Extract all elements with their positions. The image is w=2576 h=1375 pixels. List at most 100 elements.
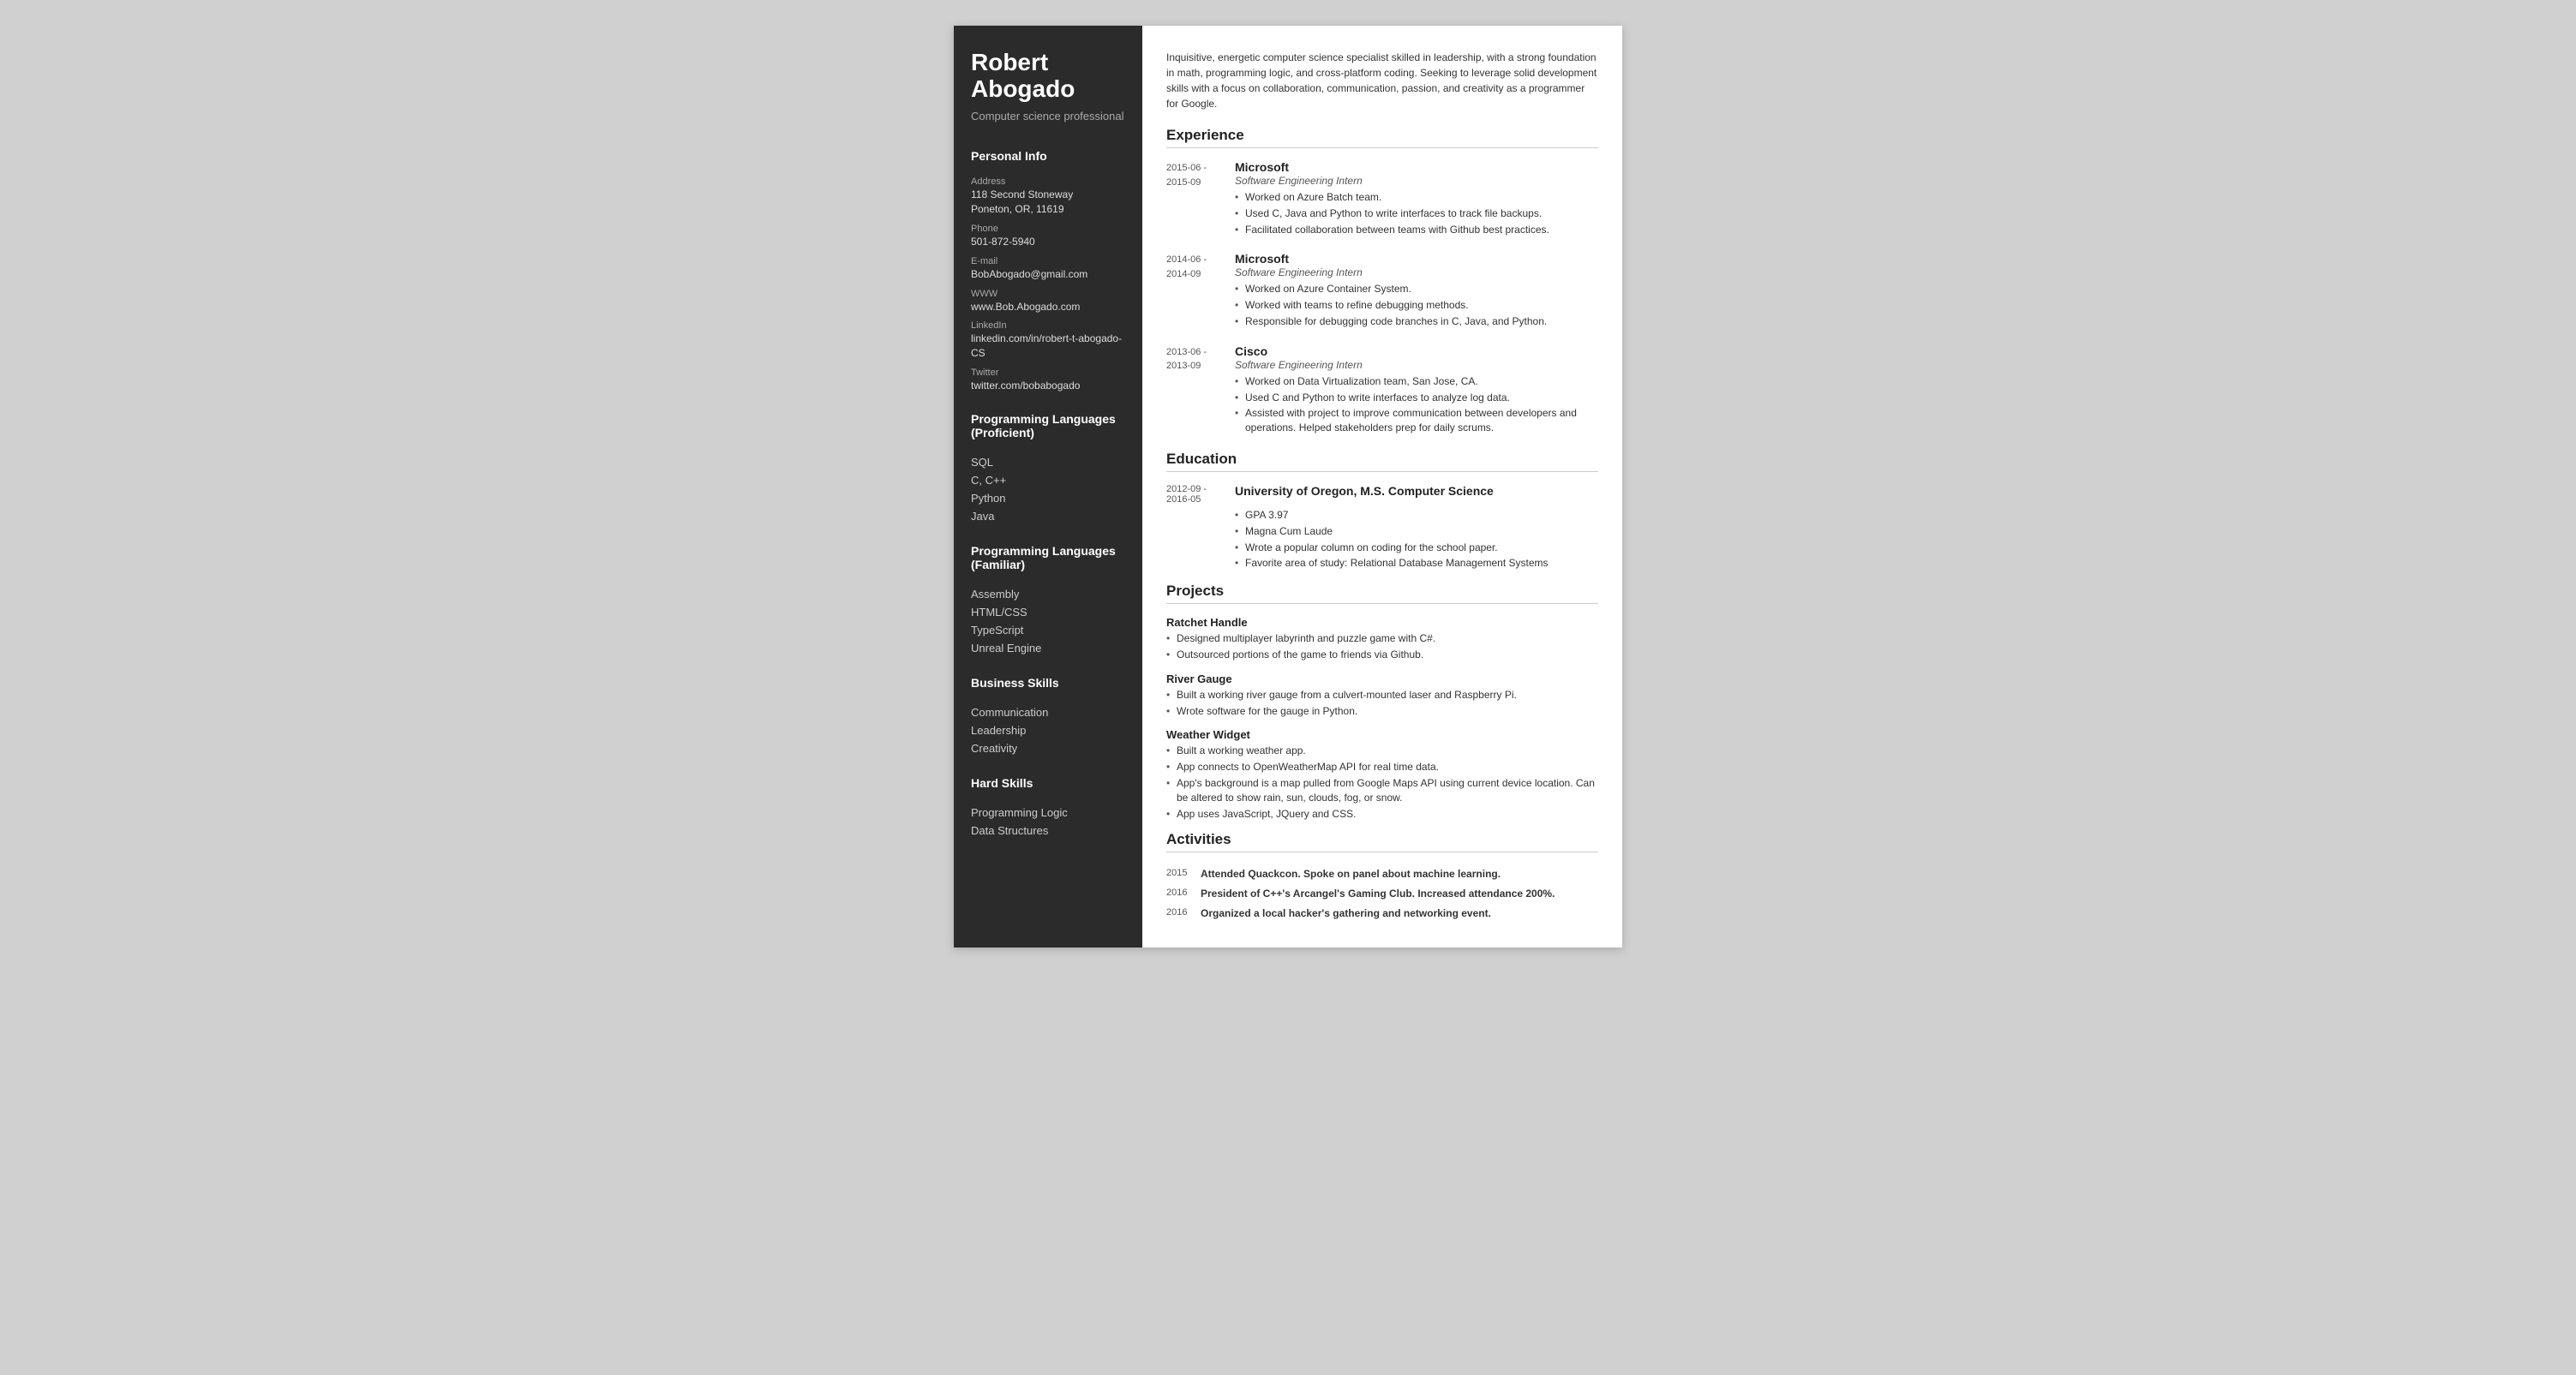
summary-text: Inquisitive, energetic computer science … [1166, 50, 1598, 111]
projects-heading: Projects [1166, 583, 1598, 604]
email-value: BobAbogado@gmail.com [971, 267, 1125, 282]
twitter-value: twitter.com/bobabogado [971, 379, 1125, 393]
project-bullets: Designed multiplayer labyrinth and puzzl… [1166, 631, 1598, 662]
phone-value: 501-872-5940 [971, 235, 1125, 249]
edu-date: 2012-09 -2016-05 [1166, 484, 1235, 505]
linkedin-value: linkedin.com/in/robert-t-abogado-CS [971, 332, 1125, 361]
prog-familiar-heading: Programming Languages (Familiar) [971, 537, 1125, 577]
twitter-label: Twitter [971, 368, 1125, 378]
exp-company: Cisco [1235, 344, 1598, 358]
education-heading: Education [1166, 451, 1598, 472]
edu-header: 2012-09 -2016-05 University of Oregon, M… [1166, 484, 1598, 505]
address-label: Address [971, 176, 1125, 187]
exp-bullet: Assisted with project to improve communi… [1235, 406, 1598, 435]
exp-role: Software Engineering Intern [1235, 266, 1598, 278]
exp-company: Microsoft [1235, 252, 1598, 266]
experience-heading: Experience [1166, 127, 1598, 148]
exp-details: Cisco Software Engineering Intern Worked… [1235, 344, 1598, 437]
exp-company: Microsoft [1235, 160, 1598, 174]
project-bullet: Wrote software for the gauge in Python. [1166, 704, 1598, 719]
edu-bullet: Magna Cum Laude [1235, 524, 1598, 539]
resume-container: Robert Abogado Computer science professi… [954, 26, 1622, 948]
activity-text: Organized a local hacker's gathering and… [1201, 904, 1598, 924]
project-name: Weather Widget [1166, 728, 1598, 741]
education-item: 2012-09 -2016-05 University of Oregon, M… [1166, 484, 1598, 571]
exp-bullet: Facilitated collaboration between teams … [1235, 223, 1598, 237]
experience-item: 2014-06 -2014-09 Microsoft Software Engi… [1166, 252, 1598, 330]
exp-bullet: Used C, Java and Python to write interfa… [1235, 206, 1598, 221]
list-item: Java [971, 507, 1125, 525]
prog-proficient-heading: Programming Languages (Proficient) [971, 405, 1125, 445]
experience-item: 2013-06 -2013-09 Cisco Software Engineer… [1166, 344, 1598, 437]
list-item: TypeScript [971, 621, 1125, 639]
table-row: 2016 President of C++'s Arcangel's Gamin… [1166, 884, 1598, 904]
list-item: HTML/CSS [971, 603, 1125, 621]
project-bullet: Built a working river gauge from a culve… [1166, 688, 1598, 702]
activity-year: 2016 [1166, 884, 1201, 904]
exp-bullets: Worked on Data Virtualization team, San … [1235, 374, 1598, 435]
www-label: WWW [971, 289, 1125, 299]
project-bullet: App connects to OpenWeatherMap API for r… [1166, 760, 1598, 774]
list-item: Data Structures [971, 822, 1125, 840]
list-item: Leadership [971, 721, 1125, 739]
exp-role: Software Engineering Intern [1235, 175, 1598, 187]
list-item: Python [971, 489, 1125, 507]
exp-date: 2015-06 -2015-09 [1166, 160, 1235, 238]
exp-bullet: Worked on Azure Container System. [1235, 282, 1598, 296]
activity-year: 2016 [1166, 904, 1201, 924]
table-row: 2015 Attended Quackcon. Spoke on panel a… [1166, 864, 1598, 884]
activities-heading: Activities [1166, 831, 1598, 852]
email-label: E-mail [971, 256, 1125, 266]
hard-skills-heading: Hard Skills [971, 769, 1125, 795]
project-bullet: Designed multiplayer labyrinth and puzzl… [1166, 631, 1598, 646]
edu-bullet: Favorite area of study: Relational Datab… [1235, 556, 1598, 571]
project-item: River Gauge Built a working river gauge … [1166, 673, 1598, 719]
list-item: Communication [971, 703, 1125, 721]
phone-label: Phone [971, 224, 1125, 234]
exp-role: Software Engineering Intern [1235, 359, 1598, 371]
list-item: SQL [971, 453, 1125, 471]
exp-bullets: Worked on Azure Batch team. Used C, Java… [1235, 190, 1598, 236]
edu-bullet: Wrote a popular column on coding for the… [1235, 541, 1598, 555]
project-name: River Gauge [1166, 673, 1598, 685]
candidate-title: Computer science professional [971, 110, 1125, 124]
exp-date: 2014-06 -2014-09 [1166, 252, 1235, 330]
edu-bullets: GPA 3.97 Magna Cum Laude Wrote a popular… [1235, 508, 1598, 571]
edu-bullet: GPA 3.97 [1235, 508, 1598, 523]
project-bullet: App uses JavaScript, JQuery and CSS. [1166, 807, 1598, 822]
project-bullet: App's background is a map pulled from Go… [1166, 776, 1598, 805]
personal-info-heading: Personal Info [971, 142, 1125, 168]
list-item: Unreal Engine [971, 639, 1125, 657]
www-value: www.Bob.Abogado.com [971, 300, 1125, 314]
exp-details: Microsoft Software Engineering Intern Wo… [1235, 252, 1598, 330]
activity-text: President of C++'s Arcangel's Gaming Clu… [1201, 884, 1598, 904]
sidebar: Robert Abogado Computer science professi… [954, 26, 1142, 948]
activity-year: 2015 [1166, 864, 1201, 884]
exp-bullet: Used C and Python to write interfaces to… [1235, 391, 1598, 405]
exp-date: 2013-06 -2013-09 [1166, 344, 1235, 437]
activity-text: Attended Quackcon. Spoke on panel about … [1201, 864, 1598, 884]
edu-school: University of Oregon, M.S. Computer Scie… [1235, 484, 1598, 505]
address-value: 118 Second StonewayPoneton, OR, 11619 [971, 188, 1125, 217]
project-name: Ratchet Handle [1166, 616, 1598, 629]
exp-bullets: Worked on Azure Container System. Worked… [1235, 282, 1598, 328]
list-item: C, C++ [971, 471, 1125, 489]
exp-bullet: Worked with teams to refine debugging me… [1235, 298, 1598, 313]
project-bullets: Built a working river gauge from a culve… [1166, 688, 1598, 719]
linkedin-label: LinkedIn [971, 320, 1125, 331]
list-item: Creativity [971, 739, 1125, 757]
project-item: Weather Widget Built a working weather a… [1166, 728, 1598, 821]
activities-table: 2015 Attended Quackcon. Spoke on panel a… [1166, 864, 1598, 923]
project-bullet: Outsourced portions of the game to frien… [1166, 648, 1598, 662]
project-bullets: Built a working weather app. App connect… [1166, 744, 1598, 821]
exp-details: Microsoft Software Engineering Intern Wo… [1235, 160, 1598, 238]
main-content: Inquisitive, energetic computer science … [1142, 26, 1622, 948]
exp-bullet: Worked on Data Virtualization team, San … [1235, 374, 1598, 389]
candidate-name: Robert Abogado [971, 50, 1125, 103]
business-skills-heading: Business Skills [971, 669, 1125, 695]
exp-bullet: Worked on Azure Batch team. [1235, 190, 1598, 205]
project-bullet: Built a working weather app. [1166, 744, 1598, 758]
project-item: Ratchet Handle Designed multiplayer laby… [1166, 616, 1598, 662]
exp-bullet: Responsible for debugging code branches … [1235, 314, 1598, 329]
table-row: 2016 Organized a local hacker's gatherin… [1166, 904, 1598, 924]
